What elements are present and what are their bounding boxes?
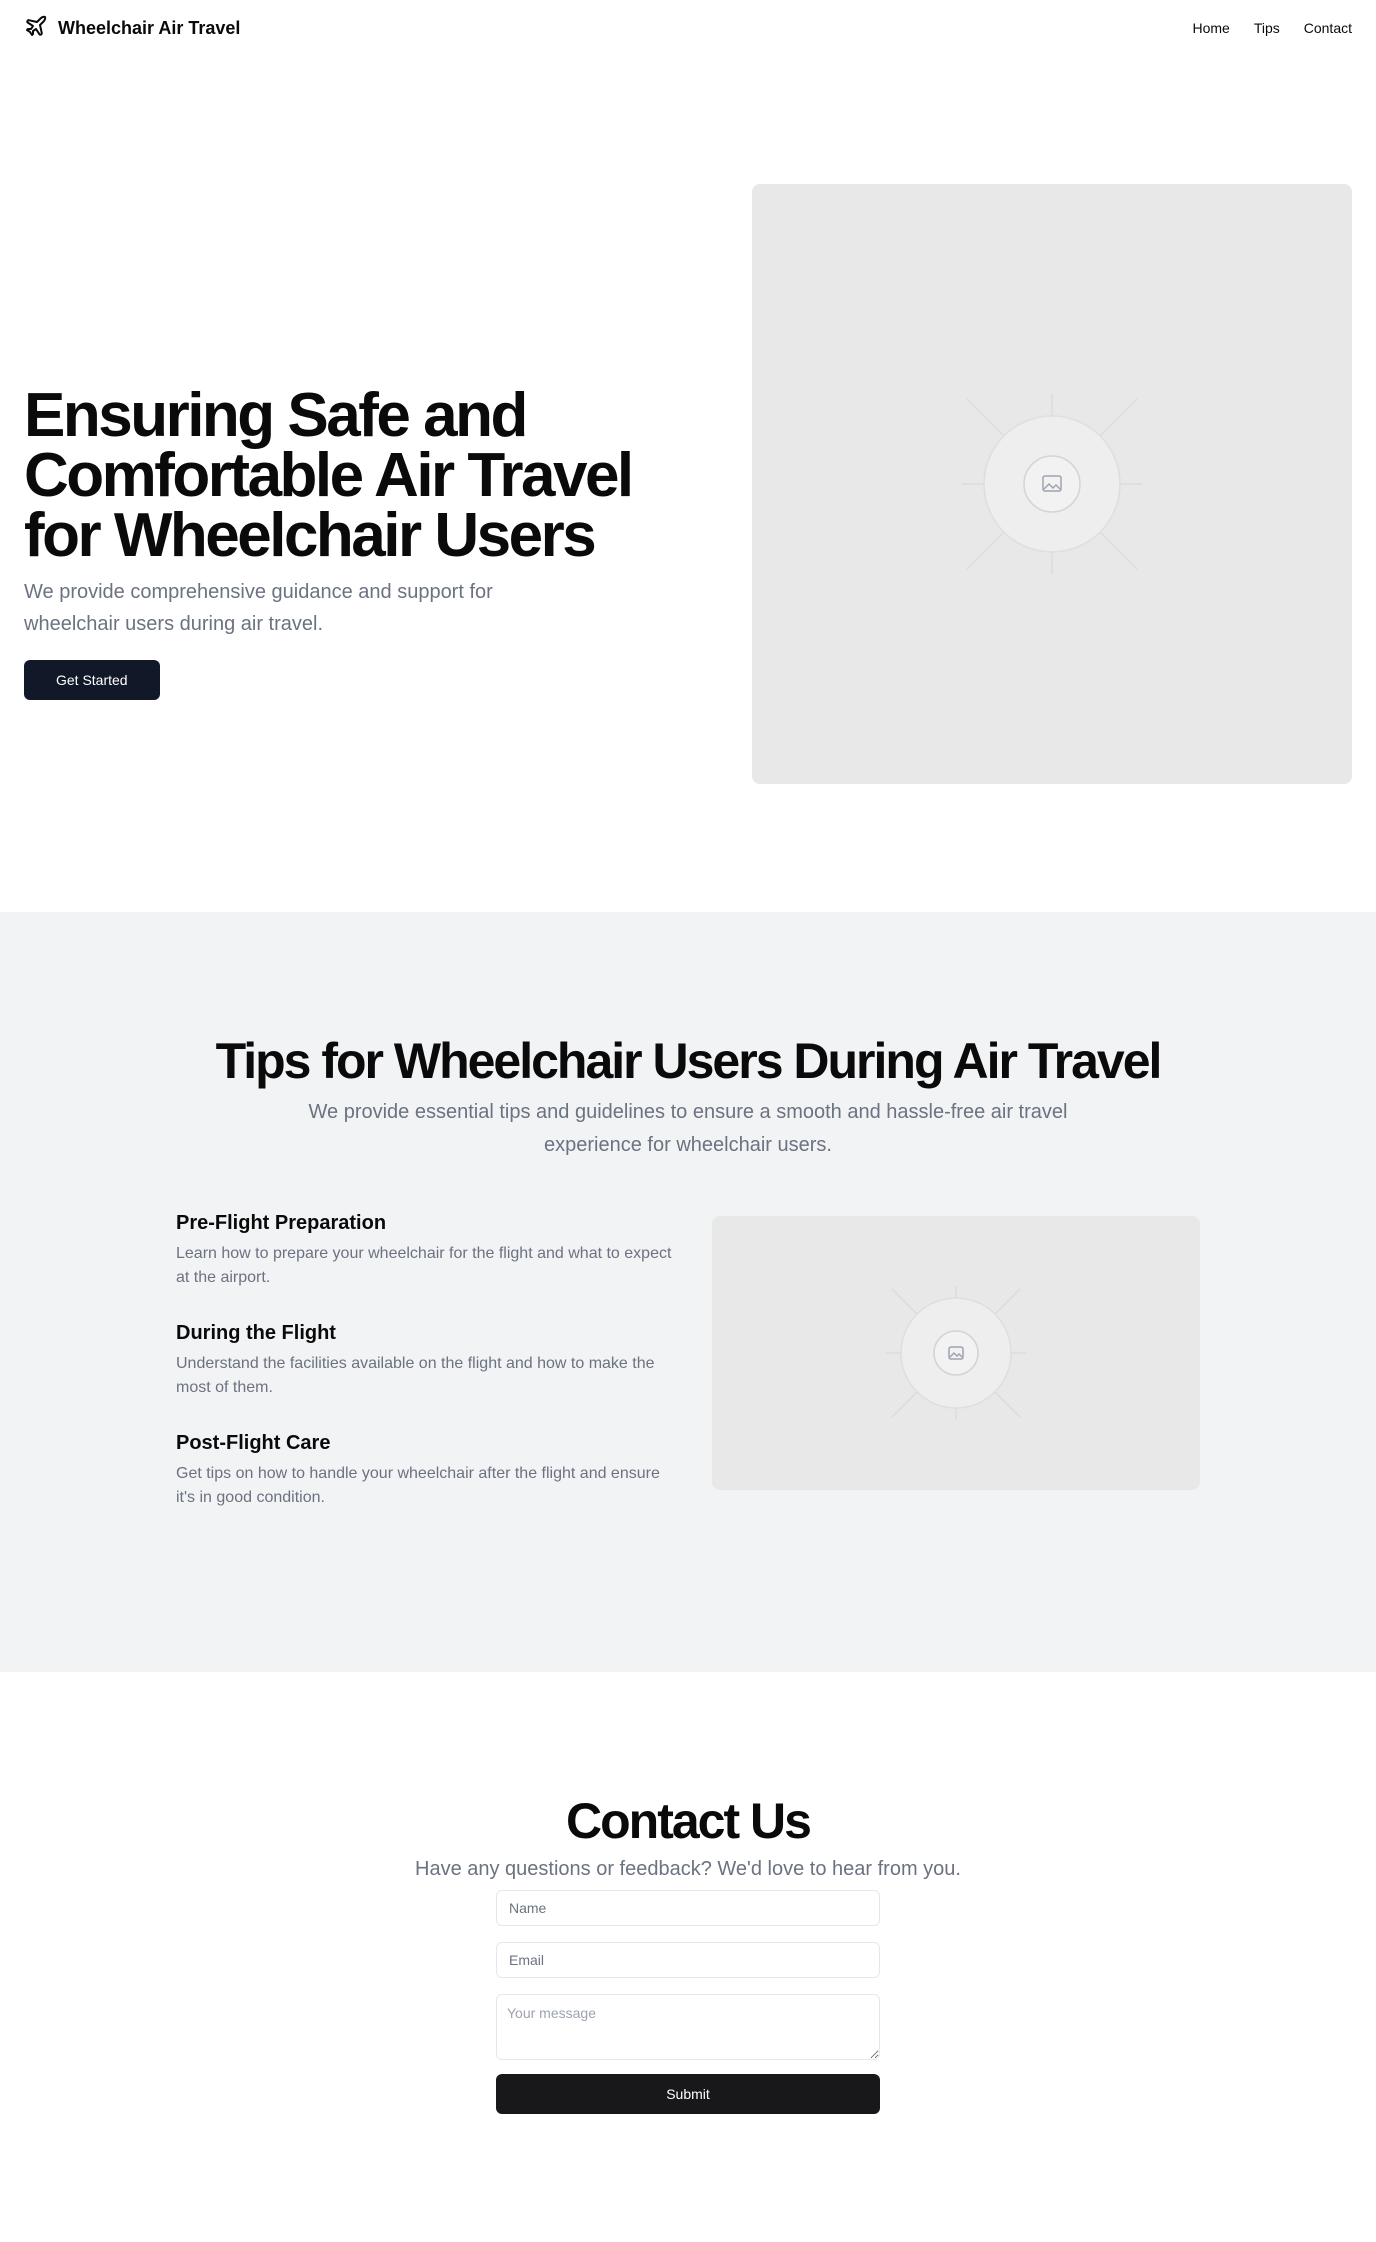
tip-item: Post-Flight Care Get tips on how to hand… [176, 1428, 676, 1510]
email-input[interactable] [496, 1942, 880, 1978]
main-nav: Home Tips Contact [1192, 20, 1352, 36]
image-placeholder-icon [962, 394, 1142, 574]
tip-title: Post-Flight Care [176, 1432, 331, 1454]
image-placeholder-icon [886, 1286, 1026, 1420]
hero-image-placeholder [752, 184, 1352, 784]
tip-title: Pre-Flight Preparation [176, 1212, 387, 1234]
tip-text: Learn how to prepare your wheelchair for… [176, 1245, 672, 1286]
hero-text: Ensuring Safe and Comfortable Air Travel… [24, 381, 664, 700]
tip-text: Understand the facilities available on t… [176, 1355, 655, 1396]
name-input[interactable] [496, 1890, 880, 1926]
tips-image-placeholder [712, 1216, 1200, 1490]
tip-item: Pre-Flight Preparation Learn how to prep… [176, 1208, 676, 1290]
hero-title: Ensuring Safe and Comfortable Air Travel… [24, 381, 634, 570]
plane-icon [24, 14, 48, 43]
get-started-button[interactable]: Get Started [24, 660, 160, 700]
site-header: Wheelchair Air Travel Home Tips Contact [0, 0, 1376, 56]
hero-subtitle: We provide comprehensive guidance and su… [24, 581, 493, 635]
hero-section: Ensuring Safe and Comfortable Air Travel… [0, 56, 1376, 912]
tip-text: Get tips on how to handle your wheelchai… [176, 1465, 660, 1506]
tips-section: Tips for Wheelchair Users During Air Tra… [0, 912, 1376, 1672]
nav-link-tips[interactable]: Tips [1254, 20, 1280, 36]
tip-item: During the Flight Understand the facilit… [176, 1318, 676, 1400]
message-textarea[interactable] [496, 1994, 880, 2060]
tips-subtitle: We provide essential tips and guidelines… [308, 1101, 1068, 1156]
contact-form: Submit [496, 1890, 880, 2114]
brand[interactable]: Wheelchair Air Travel [24, 14, 240, 43]
contact-title: Contact Us [566, 1793, 812, 1849]
nav-link-contact[interactable]: Contact [1304, 20, 1352, 36]
contact-section: Contact Us Have any questions or feedbac… [0, 1672, 1376, 2242]
tip-title: During the Flight [176, 1322, 336, 1344]
tips-list: Pre-Flight Preparation Learn how to prep… [176, 1208, 676, 1538]
nav-link-home[interactable]: Home [1192, 20, 1229, 36]
brand-name: Wheelchair Air Travel [58, 17, 241, 38]
submit-button[interactable]: Submit [496, 2074, 880, 2114]
contact-subtitle: Have any questions or feedback? We'd lov… [415, 1858, 961, 1880]
tips-title: Tips for Wheelchair Users During Air Tra… [215, 1033, 1163, 1089]
